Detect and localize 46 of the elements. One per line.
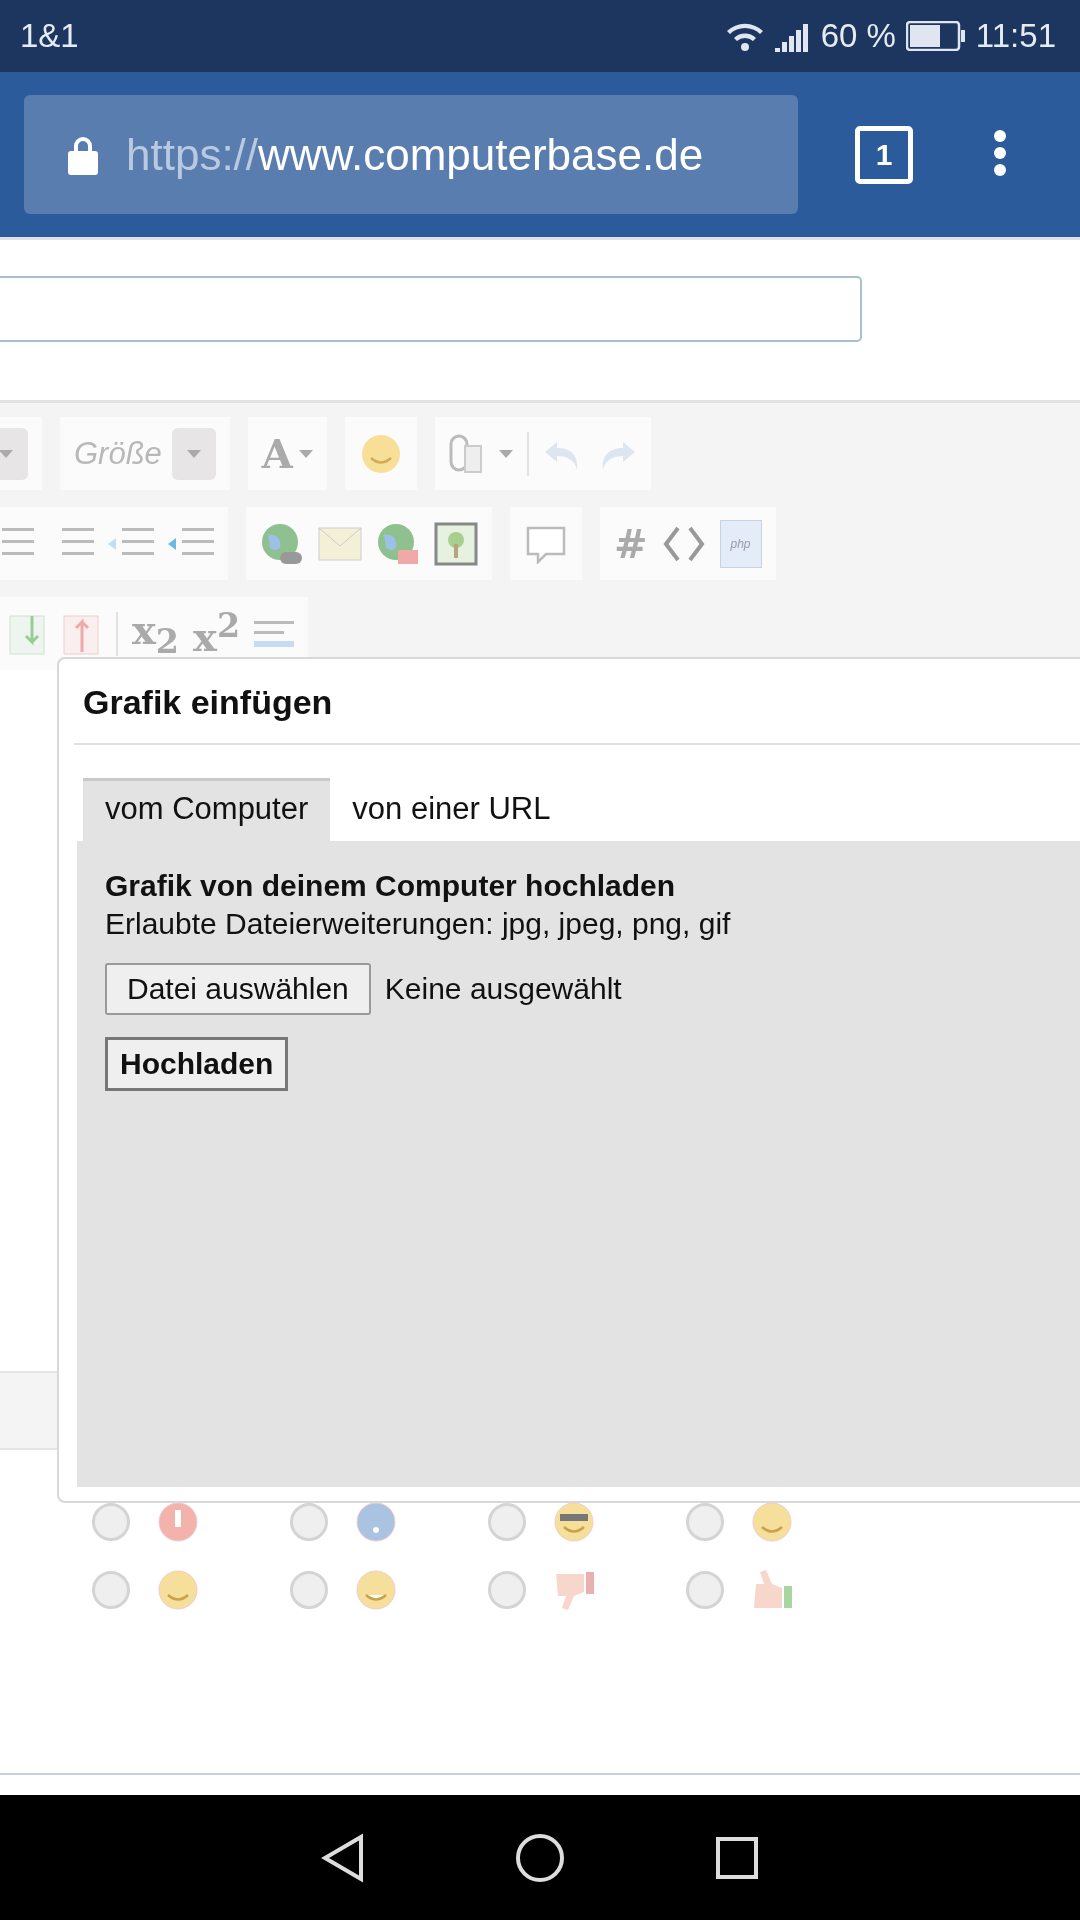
upload-heading: Grafik von deinem Computer hochladen — [105, 869, 676, 903]
smiley-radio[interactable] — [290, 1503, 328, 1541]
dialog-tab[interactable]: vom Computer — [83, 778, 331, 841]
hashtag-button[interactable]: # — [614, 520, 648, 567]
envelope-icon[interactable] — [318, 526, 362, 561]
menu-icon[interactable] — [993, 128, 1007, 177]
dialog-title: Grafik einfügen — [82, 682, 334, 723]
url-host: www.computerbase.de — [258, 129, 704, 180]
address-bar[interactable]: https://www.computerbase.de — [24, 95, 798, 214]
battery-icon — [905, 21, 966, 51]
back-icon[interactable] — [321, 1832, 365, 1883]
link-icon[interactable] — [260, 521, 304, 566]
smiley-radio[interactable] — [92, 1571, 130, 1609]
file-status-text: Keine ausgewählt — [384, 972, 622, 1006]
horizontal-rule-icon[interactable] — [254, 618, 295, 649]
url-scheme: https:// — [126, 129, 259, 180]
smiley-radio[interactable] — [92, 1503, 130, 1541]
caret-icon — [0, 449, 13, 458]
lock-icon — [66, 134, 100, 175]
smiley-icon — [750, 1500, 794, 1544]
blushing-smiley-icon — [156, 1568, 200, 1612]
image-icon[interactable] — [434, 521, 478, 566]
recents-icon[interactable] — [715, 1835, 759, 1880]
caret-icon — [186, 449, 201, 458]
sunglasses-smiley-icon — [552, 1500, 596, 1544]
choose-file-button[interactable]: Datei auswählen — [105, 963, 371, 1015]
clock-text: 11:51 — [975, 17, 1056, 55]
smiley-radio[interactable] — [686, 1571, 724, 1609]
smiley-radio[interactable] — [488, 1503, 526, 1541]
tab-count-button[interactable]: 1 — [855, 125, 913, 184]
caret-icon — [498, 449, 513, 458]
php-button[interactable]: php — [719, 519, 762, 568]
home-icon[interactable] — [515, 1832, 565, 1883]
smiley-radio[interactable] — [488, 1571, 526, 1609]
battery-percent: 60 % — [820, 17, 896, 55]
carrier-text: 1&1 — [20, 17, 79, 55]
grinning-smiley-icon — [354, 1568, 398, 1612]
smiley-radio[interactable] — [686, 1503, 724, 1541]
subscript-button[interactable]: x$_{2}$ — [132, 606, 180, 661]
smiley-radio[interactable] — [290, 1571, 328, 1609]
upload-button[interactable]: Hochladen — [105, 1037, 289, 1091]
caret-icon — [298, 449, 313, 458]
unlink-icon[interactable] — [376, 521, 420, 566]
superscript-button[interactable]: x$^{2}$ — [193, 606, 241, 661]
title-field[interactable] — [0, 276, 862, 342]
allowed-extensions-text: Erlaubte Dateierweiterungen: jpg, jpeg, png, gif — [105, 907, 731, 941]
